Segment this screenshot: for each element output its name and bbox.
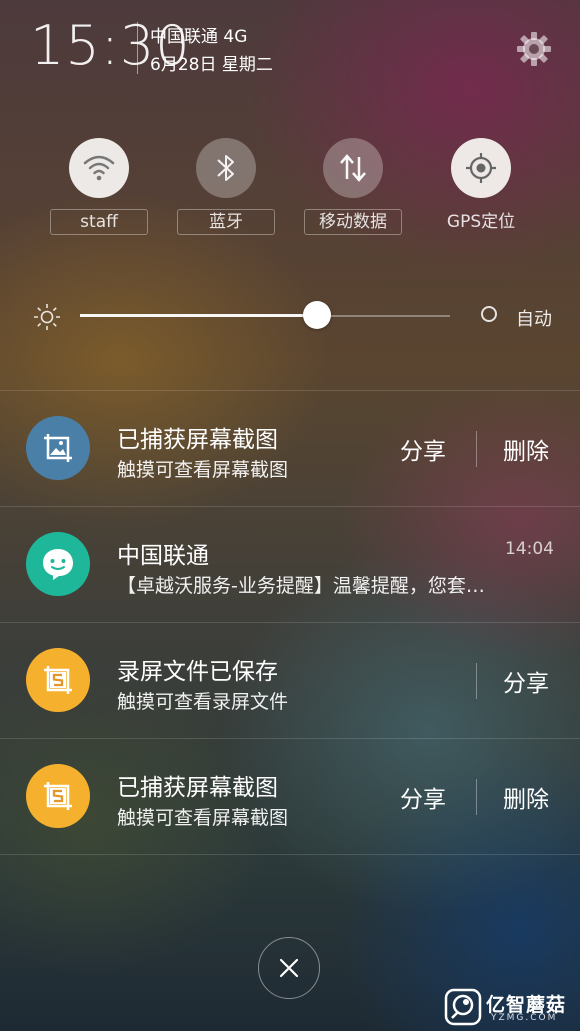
gps-toggle[interactable] [451, 138, 511, 198]
watermark-domain: YZMG.COM [491, 1013, 558, 1023]
gps-icon [466, 153, 496, 183]
carrier-label: 中国联通 4G [150, 27, 248, 47]
mobile-data-label: 移动数据 [304, 209, 402, 235]
notification-time: 14:04 [505, 539, 554, 559]
gps-label: GPS定位 [446, 212, 516, 232]
wifi-icon [83, 155, 115, 181]
notification-text: 【卓越沃服务-业务提醒】温馨提醒，您套… [117, 575, 485, 597]
delete-button[interactable]: 删除 [503, 780, 549, 814]
watermark-mushroom-icon [444, 988, 482, 1026]
date-label: 6月28日 星期二 [150, 55, 273, 75]
bluetooth-icon [217, 155, 234, 181]
brightness-slider-handle[interactable] [302, 301, 331, 329]
action-separator [476, 663, 477, 699]
notification-unicom[interactable]: 中国联通 14:04 【卓越沃服务-业务提醒】温馨提醒，您套… [0, 507, 580, 622]
wifi-toggle[interactable] [69, 138, 129, 198]
notification-text: 触摸可查看屏幕截图 [117, 459, 289, 481]
auto-brightness-radio[interactable] [481, 306, 497, 322]
notification-title: 已捕获屏幕截图 [117, 427, 278, 453]
notification-title: 已捕获屏幕截图 [117, 775, 278, 801]
watermark-logo: 亿智蘑菇 YZMG.COM [444, 988, 578, 1028]
wifi-label: staff [50, 209, 148, 235]
action-separator [476, 431, 477, 467]
notification-shade: 15:30 中国联通 4G 6月28日 星期二 staff 蓝牙 移动数据 GP… [0, 0, 580, 1031]
share-button[interactable]: 分享 [400, 780, 446, 814]
message-icon [26, 532, 90, 596]
gps-toggle-circle[interactable] [451, 138, 511, 198]
divider [0, 854, 580, 855]
screenshot-icon [26, 416, 90, 480]
clear-all-button[interactable] [258, 937, 320, 999]
auto-brightness-label: 自动 [516, 309, 552, 330]
header-divider [137, 22, 138, 74]
mobile-data-toggle[interactable] [323, 138, 383, 198]
bluetooth-toggle[interactable] [196, 138, 256, 198]
bluetooth-label: 蓝牙 [177, 209, 275, 235]
settings-gear-icon[interactable] [515, 30, 553, 68]
delete-button[interactable]: 删除 [503, 432, 549, 466]
brightness-fill [80, 314, 317, 317]
notification-screenshot-2[interactable]: 已捕获屏幕截图 触摸可查看屏幕截图 分享 删除 [0, 739, 580, 854]
share-button[interactable]: 分享 [503, 664, 549, 698]
wifi-toggle-circle[interactable] [69, 138, 129, 198]
brightness-sun-icon [32, 302, 62, 336]
notification-title: 中国联通 [117, 543, 209, 569]
mobile-data-icon [340, 154, 366, 182]
mobile-data-toggle-circle[interactable] [323, 138, 383, 198]
notification-text: 触摸可查看录屏文件 [117, 691, 289, 713]
screenshot-crop-icon [26, 764, 90, 828]
screen-record-icon [26, 648, 90, 712]
close-icon [279, 958, 299, 978]
notification-screenshot-1[interactable]: 已捕获屏幕截图 触摸可查看屏幕截图 分享 删除 [0, 391, 580, 506]
notification-screen-record[interactable]: 录屏文件已保存 触摸可查看录屏文件 分享 [0, 623, 580, 738]
notification-text: 触摸可查看屏幕截图 [117, 807, 289, 829]
share-button[interactable]: 分享 [400, 432, 446, 466]
notification-title: 录屏文件已保存 [117, 659, 278, 685]
bluetooth-toggle-circle[interactable] [196, 138, 256, 198]
action-separator [476, 779, 477, 815]
